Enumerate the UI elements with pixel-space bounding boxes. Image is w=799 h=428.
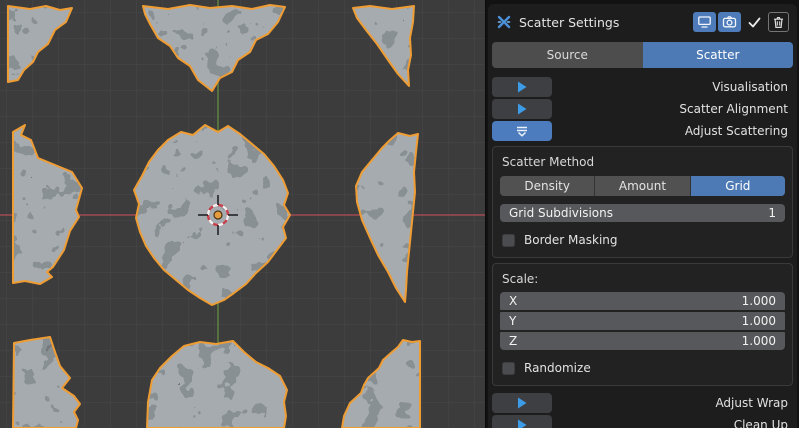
adjust-wrap-expand-button[interactable] [492, 393, 552, 413]
blender-window: Scatter Settings [0, 0, 799, 428]
scatter-addon-icon [496, 14, 512, 30]
scatter-alignment-expand-button[interactable] [492, 99, 552, 119]
adjust-scattering-collapse-button[interactable] [492, 121, 552, 141]
scale-label: Scale: [500, 270, 785, 286]
tab-bar: Source Scatter [492, 42, 793, 68]
action-rows: Visualisation Scatter Alignment [492, 77, 793, 141]
grid-subdivisions-label: Grid Subdivisions [509, 206, 613, 220]
footer-rows: Adjust Wrap Clean Up [492, 393, 793, 428]
scale-z-value: 1.000 [742, 334, 776, 348]
display-icon[interactable] [693, 12, 716, 32]
header-icon-group [693, 12, 789, 32]
axis-label: Z [509, 334, 517, 348]
adjust-wrap-row: Adjust Wrap [492, 393, 793, 413]
row-label: Adjust Wrap [715, 396, 793, 410]
scale-x-field[interactable]: X 1.000 [500, 292, 785, 310]
scatter-method-label: Scatter Method [500, 153, 785, 169]
row-label: Clean Up [734, 418, 793, 428]
object-origin-dot [214, 211, 222, 219]
scatter-method-box: Scatter Method Density Amount Grid Grid … [492, 146, 793, 258]
grid-subdivisions-field[interactable]: Grid Subdivisions 1 [500, 204, 785, 222]
visualisation-row: Visualisation [492, 77, 793, 97]
play-icon [517, 81, 527, 93]
row-label: Scatter Alignment [679, 102, 793, 116]
panel-header: Scatter Settings [492, 8, 793, 36]
border-masking-row: Border Masking [500, 233, 785, 247]
randomize-checkbox[interactable] [502, 362, 515, 375]
grid-subdivisions-value: 1 [768, 206, 776, 220]
double-chevron-down-icon [514, 126, 530, 137]
axis-label: X [509, 294, 517, 308]
viewport-canvas[interactable] [0, 0, 485, 428]
play-icon [517, 103, 527, 115]
segment-amount[interactable]: Amount [595, 176, 689, 196]
randomize-row: Randomize [500, 361, 785, 375]
camera-icon[interactable] [718, 12, 741, 32]
scatter-method-segmented: Density Amount Grid [500, 176, 785, 196]
clean-up-expand-button[interactable] [492, 415, 552, 428]
segment-grid[interactable]: Grid [691, 176, 785, 196]
scale-y-value: 1.000 [742, 314, 776, 328]
play-icon [517, 397, 527, 409]
scale-x-value: 1.000 [742, 294, 776, 308]
adjust-scattering-row: Adjust Scattering [492, 121, 793, 141]
border-masking-label: Border Masking [524, 233, 618, 247]
panel-title: Scatter Settings [519, 15, 619, 30]
viewport-sidebar: Scatter Settings [485, 0, 799, 428]
trash-icon[interactable] [768, 12, 789, 32]
tab-scatter[interactable]: Scatter [643, 42, 794, 68]
row-label: Visualisation [712, 80, 793, 94]
axis-label: Y [509, 314, 516, 328]
check-icon[interactable] [743, 12, 766, 32]
border-masking-checkbox[interactable] [502, 234, 515, 247]
3d-viewport[interactable] [0, 0, 485, 428]
scatter-alignment-row: Scatter Alignment [492, 99, 793, 119]
segment-density[interactable]: Density [500, 176, 594, 196]
randomize-label: Randomize [524, 361, 591, 375]
scatter-settings-panel: Scatter Settings [488, 4, 797, 428]
scale-z-field[interactable]: Z 1.000 [500, 332, 785, 350]
tab-source[interactable]: Source [492, 42, 643, 68]
visualisation-expand-button[interactable] [492, 77, 552, 97]
play-icon [517, 419, 527, 428]
clean-up-row: Clean Up [492, 415, 793, 428]
scale-y-field[interactable]: Y 1.000 [500, 312, 785, 330]
scale-box: Scale: X 1.000 Y 1.000 Z 1.000 [492, 263, 793, 386]
scale-vector-fields: X 1.000 Y 1.000 Z 1.000 [500, 292, 785, 350]
row-label: Adjust Scattering [685, 124, 793, 138]
